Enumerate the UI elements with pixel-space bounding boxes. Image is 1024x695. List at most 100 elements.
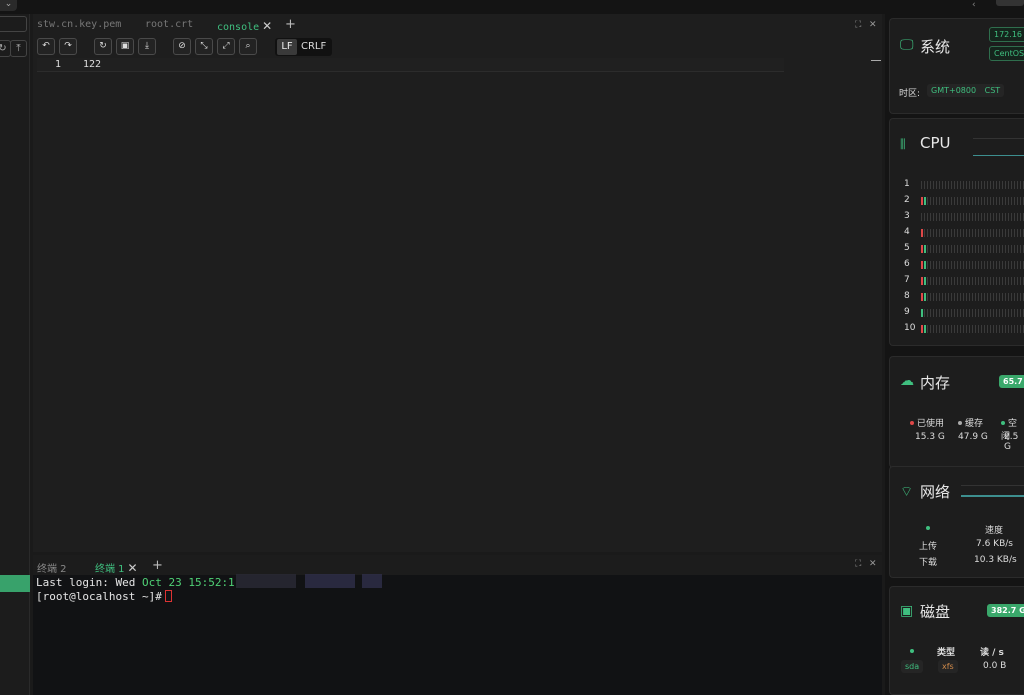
minimize-icon[interactable] [871,60,881,61]
disk-device-badge: sda [901,660,924,673]
cpu-core-usage-bar [921,277,1024,285]
cpu-core-number: 5 [904,243,910,253]
redo-icon[interactable]: ↷ [59,38,77,55]
tab-terminal-1[interactable]: 终端 1 ✕ [95,560,138,575]
system-title: 系统 [920,38,951,56]
editor-panel: stw.cn.key.pem root.crt console ✕ + ⛶ ✕ ↶… [33,14,882,552]
sidebar-active-item[interactable] [0,575,30,592]
undo-icon[interactable]: ↶ [37,38,55,55]
cpu-sparkline-grid [973,138,1024,139]
cpu-core-number: 2 [904,195,910,205]
cpu-core-row: 1 [904,179,1024,189]
cpu-core-row: 9 [904,307,1024,317]
chevron-icon[interactable]: ‹ [972,0,976,10]
timezone-badge: GMT+0800 CST [927,84,1005,97]
timezone-name: CST [984,86,1001,95]
maximize-icon[interactable]: ⛶ [855,20,861,30]
cpu-core-row: 3 [904,211,1024,221]
tab-terminal-2[interactable]: 终端 2 [37,560,67,575]
add-tab-icon[interactable]: + [285,17,296,32]
cpu-core-usage-bar [921,197,1024,205]
cpu-core-number: 9 [904,307,910,317]
save-icon[interactable]: ▣ [116,38,134,55]
top-bar: ⌄ ‹ [0,0,1024,14]
cpu-core-row: 4 [904,227,1024,237]
add-tab-icon[interactable]: + [152,558,163,573]
eol-crlf-button[interactable]: CRLF [301,39,326,55]
line-number: 1 [55,59,62,70]
monitor-sidebar: 🖵 系统 172.16 CentOS 时区: GMT+0800 CST ⫼ CP… [885,14,1024,695]
cpu-core-number: 8 [904,291,910,301]
wifi-icon: ⌔ [900,484,914,500]
cpu-core-usage-mark [924,277,926,285]
cpu-core-row: 7 [904,275,1024,285]
collapse-icon[interactable]: ⤡ [195,38,213,55]
network-sparkline [961,495,1024,497]
eol-toggle: LF CRLF [275,38,332,56]
cpu-core-usage-bar [921,261,1024,269]
cpu-icon: ⫼ [900,137,906,151]
terminal-tabs: 终端 2 终端 1 ✕ + ⛶ ✕ [33,555,882,575]
close-icon[interactable]: ✕ [262,19,272,33]
cpu-core-number: 10 [904,323,916,333]
tab-label: console [217,22,260,33]
eol-lf-button[interactable]: LF [277,39,297,55]
editor-tabs: stw.cn.key.pem root.crt console ✕ + ⛶ ✕ [33,16,882,36]
close-icon[interactable]: ✕ [869,20,877,30]
redacted-area [236,574,296,588]
refresh-icon[interactable]: ↻ [94,38,112,55]
label-text: 已使用 [917,419,945,429]
network-title: 网络 [920,483,951,501]
cpu-core-usage-mark [921,293,923,301]
network-card: ⌔ 网络 速度 上传 7.6 KB/s 下载 10.3 KB/s [889,466,1024,578]
disable-icon[interactable]: ⊘ [173,38,191,55]
memory-card: ☁ 内存 65.7 G 已使用 缓存 空闲 15.3 G 47.9 G 2.5 … [889,356,1024,468]
terminal-output-line[interactable]: Last login: Wed Oct 23 15:52:1 [36,576,235,589]
expand-icon[interactable]: ⤢ [217,38,235,55]
memory-total-badge: 65.7 G [999,375,1024,388]
search-icon[interactable]: ⌕ [239,38,257,55]
network-dot [926,524,933,534]
cloud-icon: ☁ [900,373,914,389]
top-right-button[interactable] [996,0,1024,6]
cpu-core-usage-mark [924,261,926,269]
close-icon[interactable]: ✕ [128,561,138,575]
system-card: 🖵 系统 172.16 CentOS 时区: GMT+0800 CST [889,18,1024,114]
cpu-core-row: 5 [904,243,1024,253]
cpu-core-usage-bar [921,181,1024,189]
code-line[interactable]: 1 122 [37,58,784,72]
tab-root-crt[interactable]: root.crt [145,19,193,30]
upload-icon[interactable]: ⤒ [10,40,27,57]
chevron-down-icon[interactable]: ⌄ [0,0,17,11]
timezone-label: 时区: [899,89,921,99]
cpu-core-usage-mark [924,293,926,301]
cpu-card: ⫼ CPU 1 2 3 4 5 6 7 8 9 10 [889,118,1024,346]
tab-label: 终端 1 [95,564,125,575]
cpu-core-usage-mark [921,197,923,205]
tab-label: stw.cn.key.pem [37,19,122,30]
tab-console[interactable]: console ✕ [217,19,272,33]
terminal-prompt-line[interactable]: [root@localhost ~]# [36,590,172,603]
cpu-core-usage-bar [921,229,1024,237]
tab-stw-cn-key-pem[interactable]: stw.cn.key.pem [37,19,121,30]
cpu-core-usage-mark [924,325,926,333]
memory-used-value: 15.3 G [915,432,945,442]
os-badge: CentOS [989,46,1024,61]
ip-badge: 172.16 [989,27,1024,42]
disk-card: ▣ 磁盘 382.7 G 类型 读 / s sda xfs 0.0 B [889,586,1024,695]
tab-label: 终端 2 [37,564,67,575]
disk-title: 磁盘 [920,603,951,621]
cpu-core-usage-mark [924,197,926,205]
cpu-core-number: 3 [904,211,910,221]
cpu-sparkline [973,155,1024,156]
cpu-core-usage-mark [921,229,923,237]
network-speed-header: 速度 [985,526,1004,536]
maximize-icon[interactable]: ⛶ [855,559,861,569]
sidebar-search-input[interactable] [0,16,27,32]
redacted-area [362,574,382,588]
cpu-core-usage-mark [921,277,923,285]
download-icon[interactable]: ⤓ [138,38,156,55]
cpu-core-number: 1 [904,179,910,189]
line-text[interactable]: 122 [83,59,101,70]
close-icon[interactable]: ✕ [869,559,877,569]
